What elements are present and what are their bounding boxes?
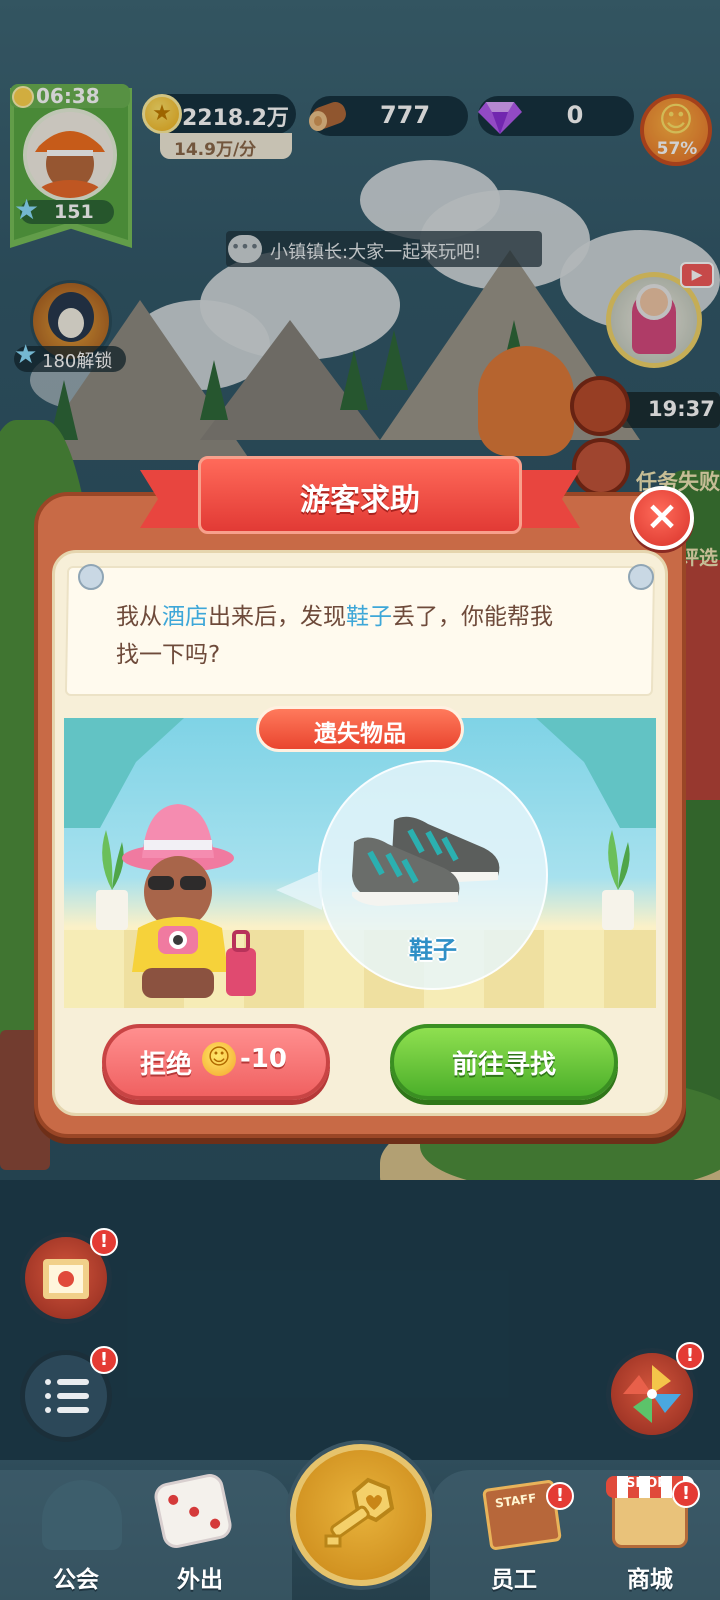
message-text: 我从 (116, 604, 162, 630)
message-highlight-location: 酒店 (162, 604, 208, 630)
guild-icon[interactable] (42, 1480, 122, 1550)
list-menu-icon (57, 1393, 89, 1399)
request-message: 我从酒店出来后，发现鞋子丢了，你能帮我找一下吗? (116, 598, 636, 674)
nav-shop[interactable]: 商城 (600, 1560, 700, 1594)
list-menu-icon (57, 1379, 89, 1385)
potted-plant-icon (602, 830, 634, 930)
nav-staff[interactable]: 员工 (464, 1560, 564, 1594)
lost-item-name: 鞋子 (409, 936, 457, 964)
dialog-title: 游客求助 (300, 483, 420, 518)
reject-label: 拒绝 (140, 1050, 193, 1080)
dice-pip (209, 1517, 222, 1530)
smiley-face-icon: ☺ (202, 1042, 236, 1076)
pin-icon (78, 564, 104, 590)
key-center-button[interactable] (290, 1444, 432, 1586)
reject-happiness-cost: -10 (240, 1044, 287, 1074)
message-text: 丢了，你能帮我 (392, 604, 553, 630)
list-menu-icon (45, 1379, 51, 1385)
shoes-icon (352, 816, 500, 906)
dice-pip (167, 1493, 180, 1506)
golden-key-icon (324, 1477, 395, 1548)
list-menu-icon (45, 1393, 51, 1399)
tourist-character (122, 804, 256, 998)
go-search-label: 前往寻找 (451, 1050, 556, 1080)
item-bubble-tail (276, 870, 322, 910)
nav-guild[interactable]: 公会 (26, 1560, 126, 1594)
shop-sign: SHOP (626, 1476, 667, 1491)
alert-badge: ! (546, 1482, 574, 1510)
nav-outing[interactable]: 外出 (150, 1560, 250, 1594)
list-menu-icon (45, 1407, 51, 1413)
message-text: 出来后，发现 (208, 604, 346, 630)
list-menu-icon (57, 1407, 89, 1413)
lost-item-tag-label: 遗失物品 (314, 721, 406, 747)
pin-icon (628, 564, 654, 590)
close-icon: × (645, 493, 679, 539)
staff-sign: STAFF (494, 1490, 538, 1511)
dice-pip (188, 1505, 201, 1518)
alert-badge: ! (676, 1342, 704, 1370)
alert-badge: ! (90, 1346, 118, 1374)
alert-badge: ! (672, 1480, 700, 1508)
message-text: 找一下吗? (116, 642, 221, 668)
message-highlight-item: 鞋子 (346, 604, 392, 630)
alert-badge: ! (90, 1228, 118, 1256)
